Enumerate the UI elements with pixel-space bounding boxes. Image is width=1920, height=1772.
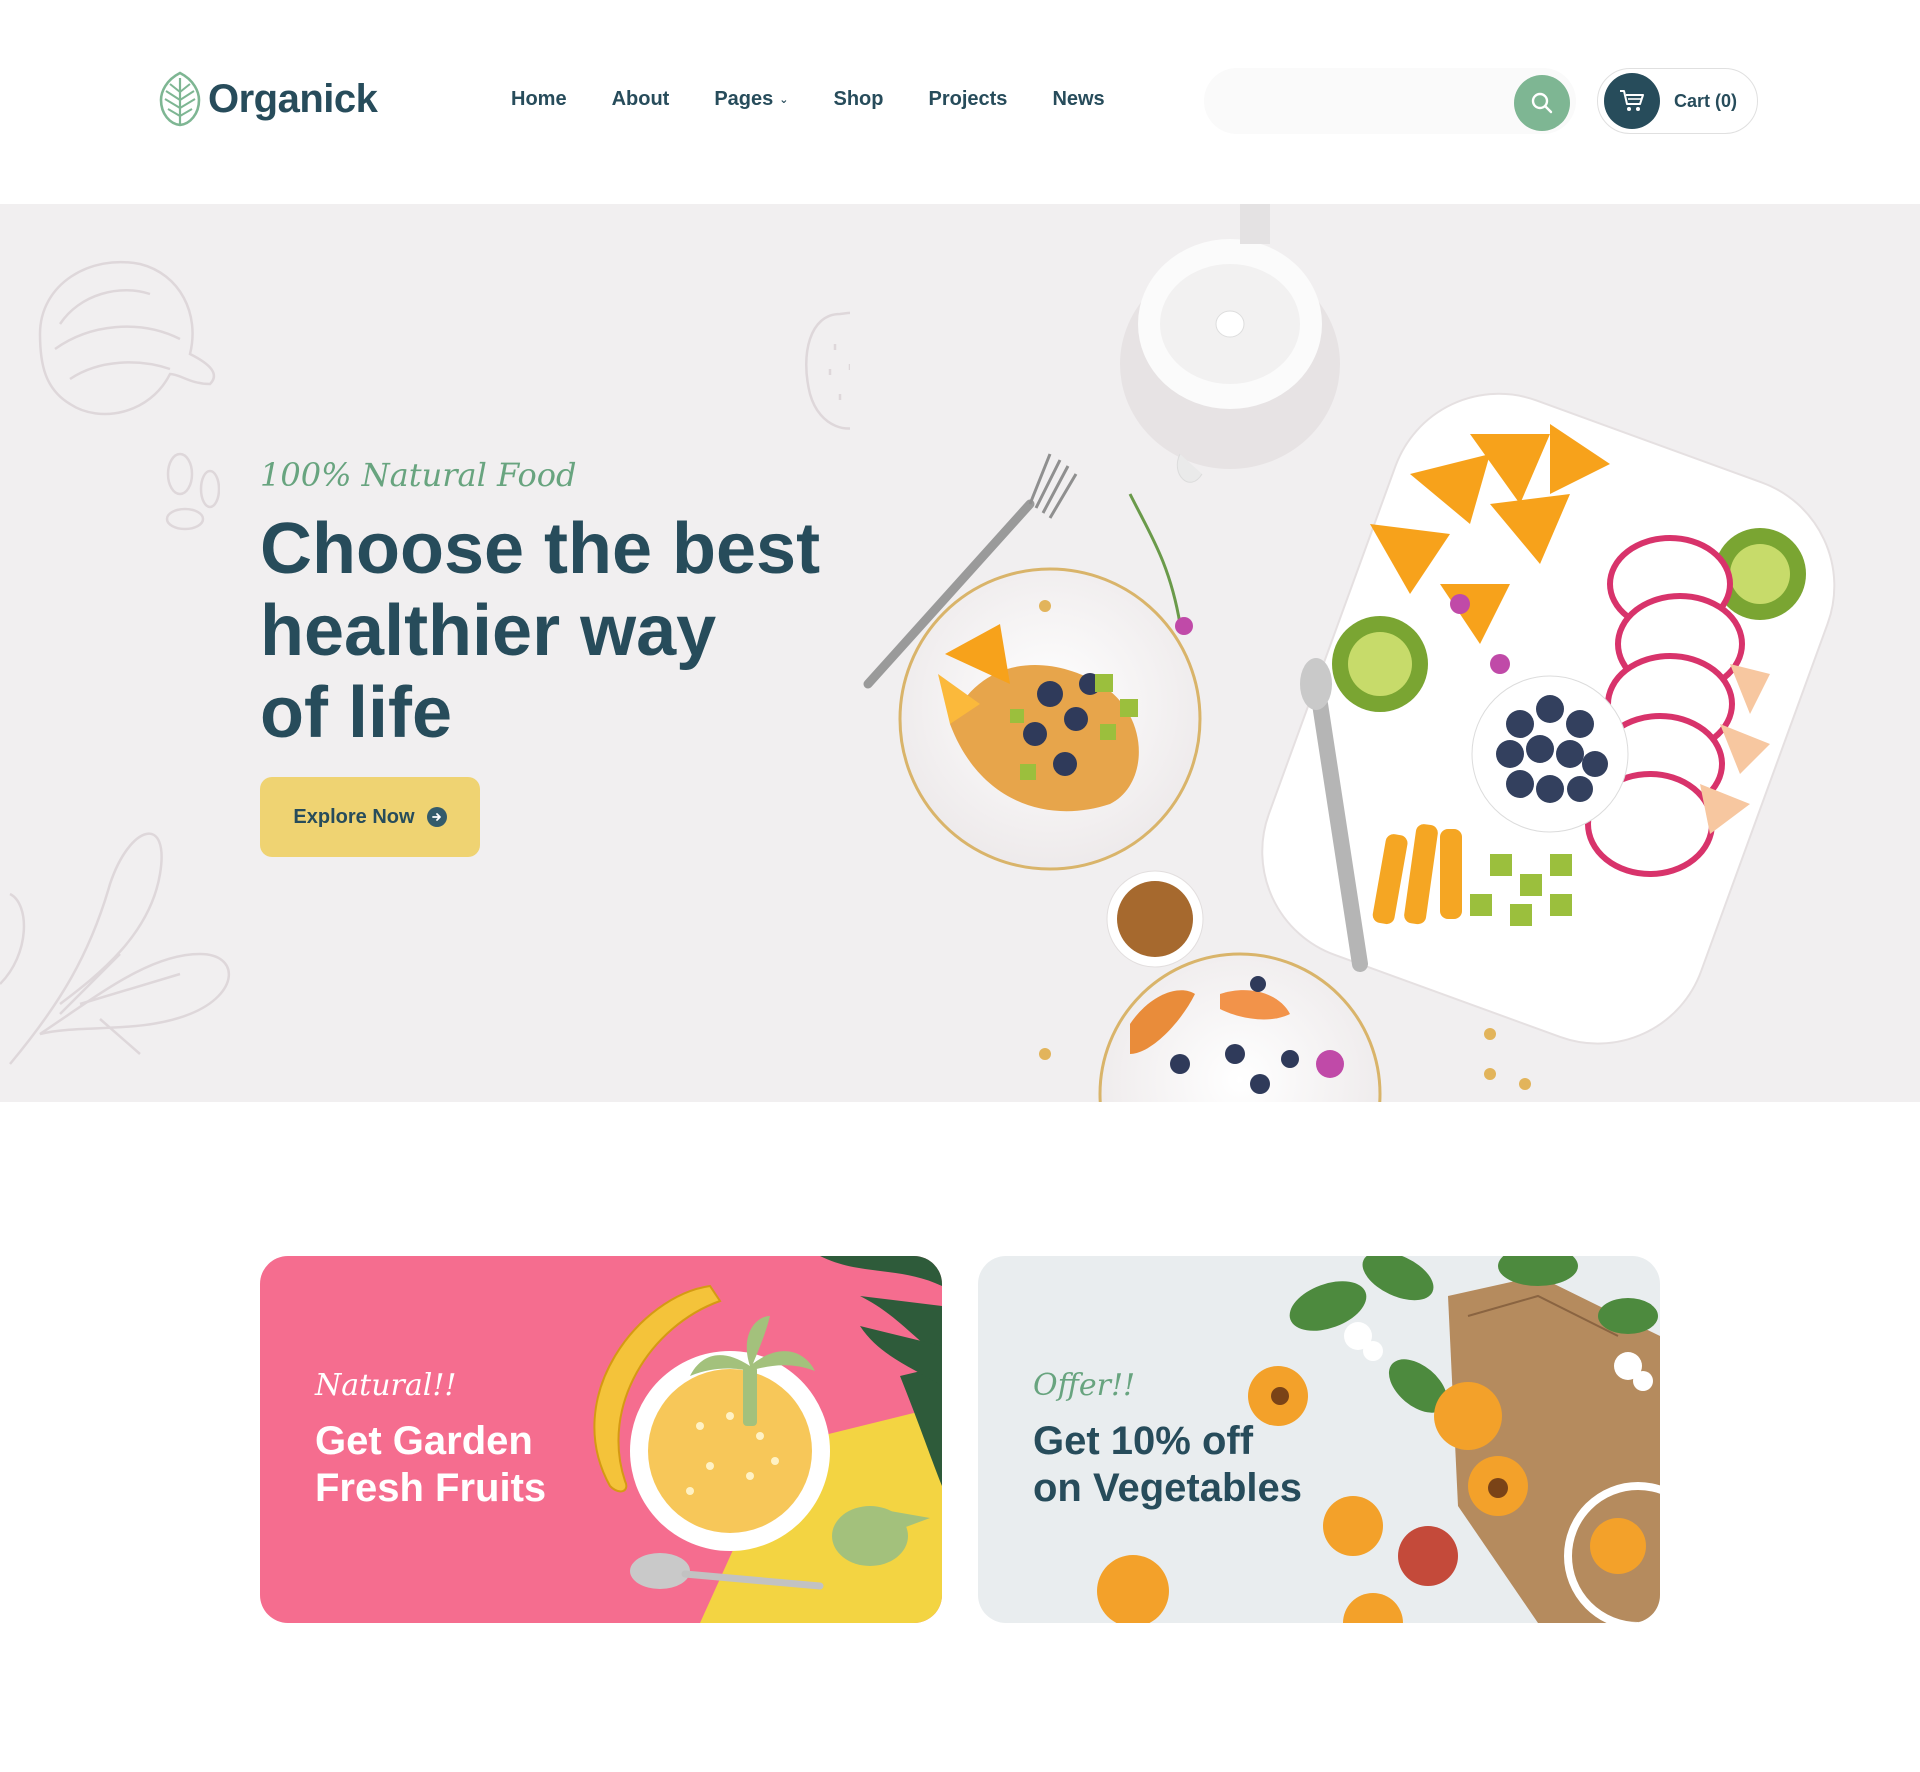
offer-title: Get Garden Fresh Fruits — [315, 1418, 546, 1512]
cart-icon — [1604, 73, 1660, 129]
search-button[interactable] — [1514, 75, 1570, 131]
offer-tag: Natural!! — [315, 1368, 457, 1403]
nav-shop[interactable]: Shop — [834, 88, 884, 111]
offer-tag: Offer!! — [1033, 1368, 1136, 1403]
offer-title-line: Fresh Fruits — [315, 1466, 547, 1510]
site-header: Organick Home About Pages ⌄ Shop Projects… — [0, 0, 1920, 204]
offer-title: Get 10% off on Vegetables — [1033, 1418, 1302, 1512]
offer-card-vegetables[interactable]: Offer!! Get 10% off on Vegetables — [978, 1256, 1660, 1623]
offer-card-fruits[interactable]: Natural!! Get Garden Fresh Fruits — [260, 1256, 942, 1623]
main-nav: Home About Pages ⌄ Shop Projects News — [511, 88, 1150, 111]
chevron-down-icon: ⌄ — [779, 94, 789, 106]
cart-button[interactable]: Cart (0) — [1597, 68, 1758, 134]
hero-title-line: Choose the best — [260, 509, 821, 589]
offer-title-line: Get Garden — [315, 1419, 533, 1463]
hero-section: 100% Natural Food Choose the best health… — [0, 204, 1920, 1102]
hero-title-line: of life — [260, 673, 452, 753]
hero-title-line: healthier way — [260, 591, 717, 671]
hero-tagline: 100% Natural Food — [260, 456, 577, 494]
nav-about[interactable]: About — [612, 88, 670, 111]
nav-projects[interactable]: Projects — [929, 88, 1008, 111]
nav-pages-label: Pages — [714, 88, 774, 110]
offer-title-line: on Vegetables — [1033, 1466, 1302, 1510]
explore-now-label: Explore Now — [293, 805, 415, 828]
nav-news-label: News — [1052, 88, 1105, 110]
nav-home-label: Home — [511, 88, 567, 110]
brand-logo[interactable]: Organick — [158, 70, 378, 128]
hero-food-image — [850, 204, 1920, 1102]
leaf-logo-icon — [159, 71, 201, 127]
nav-about-label: About — [611, 88, 670, 110]
nav-home[interactable]: Home — [511, 88, 567, 111]
search-input[interactable] — [1204, 68, 1576, 134]
nav-projects-label: Projects — [928, 88, 1008, 110]
nav-shop-label: Shop — [833, 88, 884, 110]
brand-name: Organick — [208, 76, 378, 121]
search-icon — [1531, 92, 1553, 114]
cart-label: Cart (0) — [1674, 90, 1738, 111]
nav-news[interactable]: News — [1052, 88, 1104, 111]
hero-title: Choose the best healthier way of life — [260, 508, 860, 754]
offer-title-line: Get 10% off — [1033, 1419, 1254, 1463]
nav-pages[interactable]: Pages ⌄ — [714, 88, 788, 111]
onion-doodle-icon — [38, 260, 220, 531]
arrow-right-icon — [426, 807, 447, 827]
explore-now-button[interactable]: Explore Now — [260, 777, 480, 857]
leaf-doodle-icon — [0, 832, 230, 1065]
